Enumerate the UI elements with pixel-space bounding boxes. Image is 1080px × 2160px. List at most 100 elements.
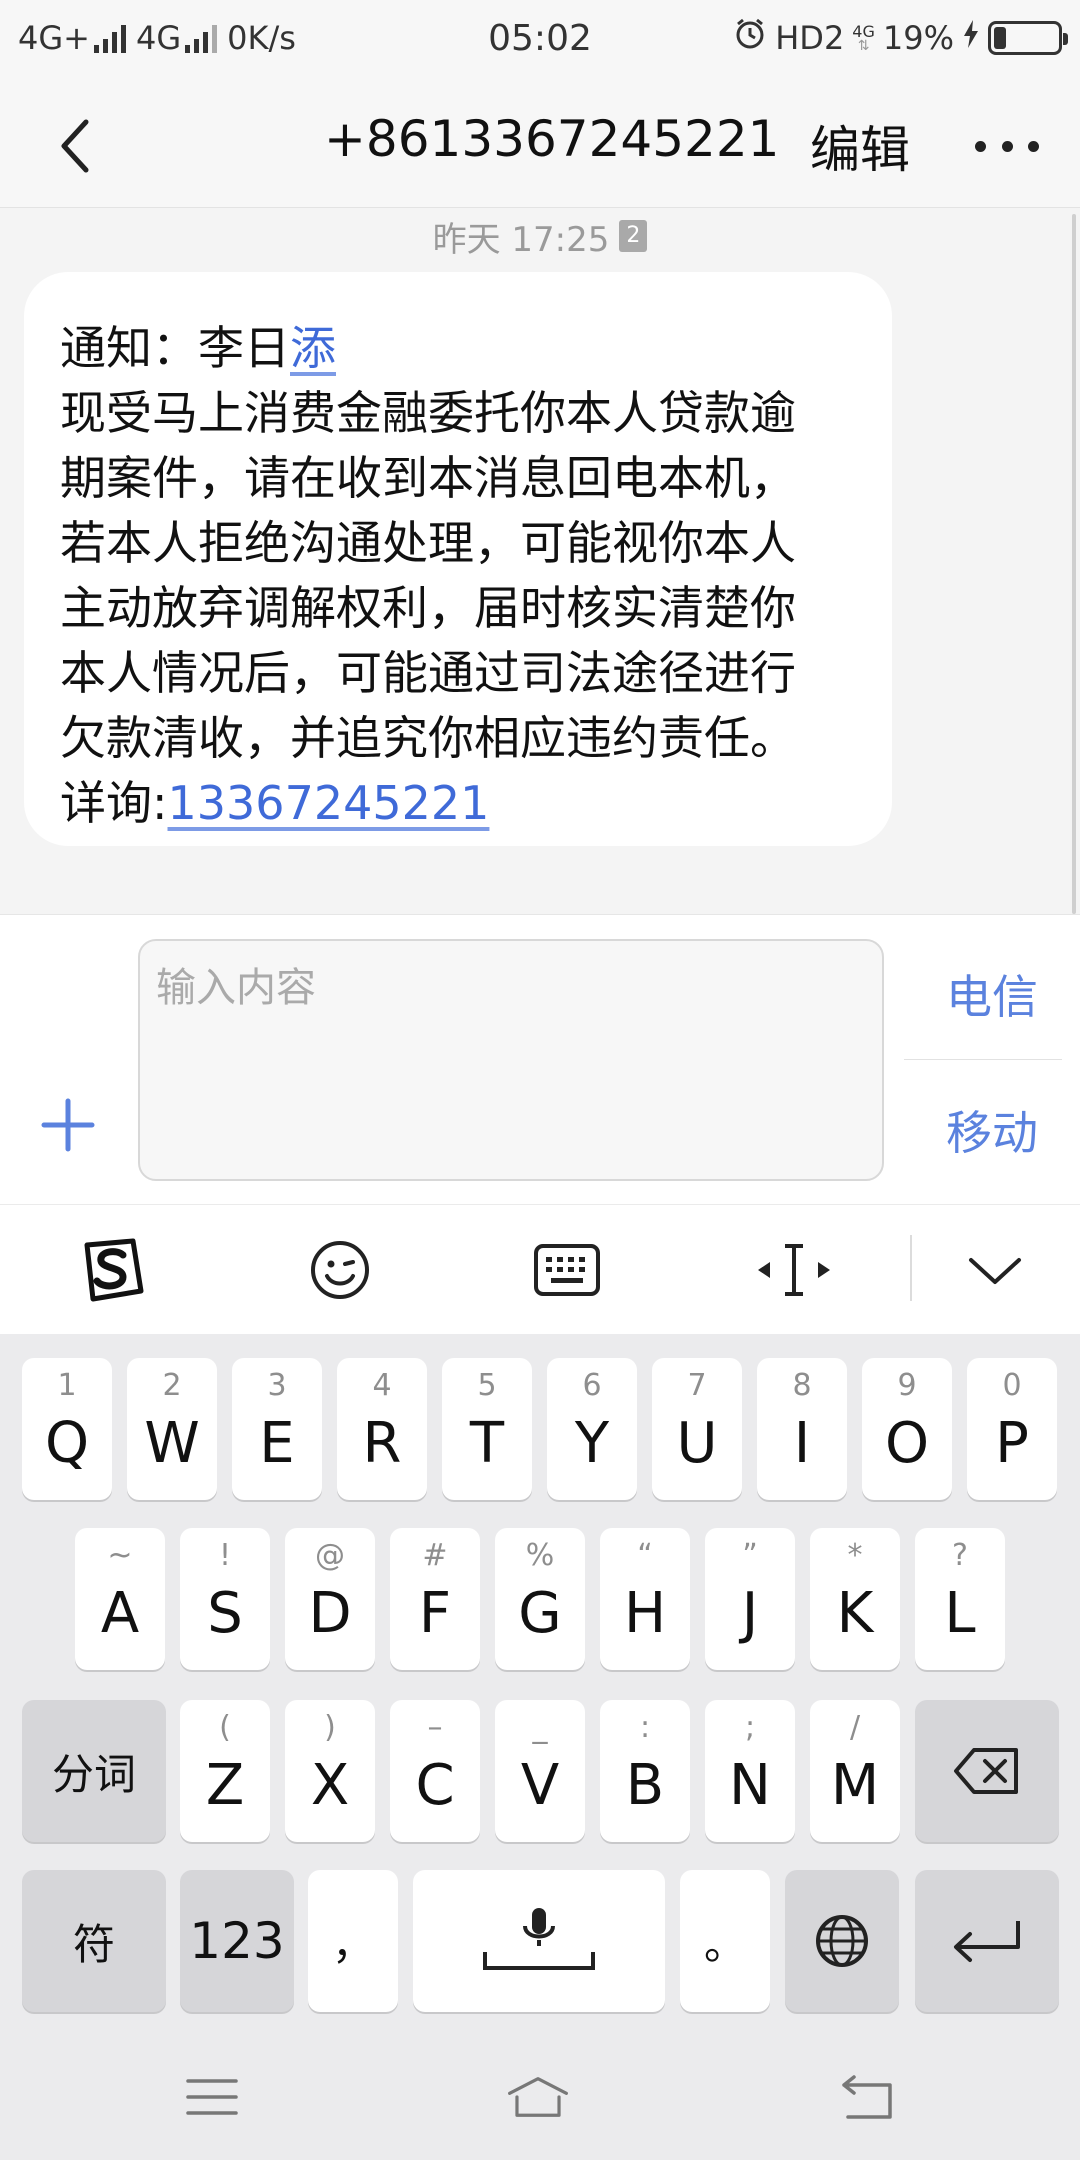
key-q[interactable]: 1Q	[22, 1358, 112, 1500]
message-input[interactable]	[156, 955, 866, 1165]
home-nav-button[interactable]	[506, 2068, 570, 2126]
keyboard-switch-button[interactable]	[527, 1235, 607, 1305]
key-t[interactable]: 5T	[442, 1358, 532, 1500]
globe-icon	[816, 1915, 868, 1967]
enter-key[interactable]	[915, 1870, 1059, 2012]
key-s[interactable]: ! S	[180, 1528, 270, 1670]
key-label: 123	[189, 1912, 285, 1970]
space-key[interactable]	[413, 1870, 665, 2012]
battery-fill	[994, 27, 1006, 49]
period-key[interactable]: 。	[680, 1870, 770, 2012]
key-hint: ”	[742, 1538, 758, 1573]
sim-badge: 2	[619, 220, 648, 252]
message-line: 本人情况后，可能通过司法途径进行	[60, 646, 796, 700]
chevron-down-icon	[969, 1258, 1021, 1284]
key-k[interactable]: * K	[810, 1528, 900, 1670]
key-label: N	[729, 1752, 771, 1818]
key-hint: (	[219, 1710, 231, 1745]
key-p[interactable]: 0P	[967, 1358, 1057, 1500]
phone-number-link[interactable]: 13367245221	[168, 776, 490, 830]
key-label: U	[676, 1410, 718, 1476]
key-hint: %	[525, 1538, 555, 1573]
key-label: R	[362, 1410, 402, 1476]
hide-keyboard-button[interactable]	[955, 1235, 1035, 1305]
add-attachment-button[interactable]	[38, 1095, 98, 1155]
key-label: L	[944, 1580, 976, 1646]
key-e[interactable]: 3E	[232, 1358, 322, 1500]
message-input-box[interactable]	[138, 939, 884, 1181]
key-r[interactable]: 4R	[337, 1358, 427, 1500]
message-bubble[interactable]: 通知：李日添 现受马上消费金融委托你本人贷款逾 期案件，请在收到本消息回电本机，…	[24, 272, 892, 846]
emoji-icon	[311, 1241, 369, 1299]
key-label: J	[741, 1580, 759, 1646]
key-label: M	[830, 1752, 880, 1818]
edit-button[interactable]: 编辑	[810, 110, 910, 182]
sogou-logo-button[interactable]	[72, 1235, 152, 1305]
key-hint: :	[639, 1710, 651, 1745]
key-hint: )	[324, 1710, 336, 1745]
key-label: W	[144, 1410, 200, 1476]
numeric-key[interactable]: 123	[180, 1870, 294, 2012]
backspace-icon	[954, 1748, 1018, 1794]
cursor-move-button[interactable]	[754, 1235, 834, 1305]
back-nav-button[interactable]	[836, 2068, 900, 2126]
enter-icon	[954, 1921, 1020, 1962]
key-d[interactable]: @ D	[285, 1528, 375, 1670]
segment-key[interactable]: 分词	[22, 1700, 166, 1842]
emoji-button[interactable]	[300, 1235, 380, 1305]
keyboard-toolbar	[0, 1204, 1080, 1334]
network-speed: 0K/s	[227, 19, 296, 57]
key-l[interactable]: ? L	[915, 1528, 1005, 1670]
key-b[interactable]: :B	[600, 1700, 690, 1842]
menu-nav-button[interactable]	[180, 2068, 244, 2126]
more-options-button[interactable]	[975, 116, 1039, 176]
hd-indicator: HD2	[775, 19, 845, 57]
key-y[interactable]: 6Y	[547, 1358, 637, 1500]
key-hint: “	[637, 1538, 653, 1573]
message-line: 期案件，请在收到本消息回电本机，	[60, 451, 796, 505]
key-z[interactable]: (Z	[180, 1700, 270, 1842]
language-key[interactable]	[785, 1870, 899, 2012]
key-hint: *	[847, 1538, 863, 1573]
volte-4g-indicator: 4G ⇅	[852, 24, 875, 54]
message-list[interactable]: 昨天 17:25 2 通知：李日添 现受马上消费金融委托你本人贷款逾 期案件，请…	[0, 208, 1080, 914]
key-j[interactable]: ” J	[705, 1528, 795, 1670]
timestamp-text: 昨天 17:25	[432, 219, 610, 260]
key-label: C	[415, 1752, 455, 1818]
symbols-key[interactable]: 符	[22, 1870, 166, 2012]
key-m[interactable]: / M	[810, 1700, 900, 1842]
key-c[interactable]: – C	[390, 1700, 480, 1842]
key-label: 分词	[51, 1749, 136, 1799]
microphone-icon	[483, 1908, 595, 1970]
key-o[interactable]: 9O	[862, 1358, 952, 1500]
key-a[interactable]: ~ A	[75, 1528, 165, 1670]
key-v[interactable]: _ V	[495, 1700, 585, 1842]
message-line: 欠款清收，并追究你相应违约责任。	[60, 711, 796, 765]
contact-title: +8613367245221	[324, 110, 780, 168]
key-h[interactable]: “H	[600, 1528, 690, 1670]
key-hint: 6	[582, 1368, 602, 1403]
key-n[interactable]: ; N	[705, 1700, 795, 1842]
key-label: O	[884, 1410, 930, 1476]
key-u[interactable]: 7U	[652, 1358, 742, 1500]
network-type-2: 4G	[135, 19, 182, 57]
send-sim2-button[interactable]: 移动	[904, 1097, 1080, 1163]
key-hint: 8	[792, 1368, 812, 1403]
more-dot-icon	[975, 140, 986, 152]
toolbar-divider	[910, 1235, 912, 1301]
key-w[interactable]: 2W	[127, 1358, 217, 1500]
backspace-key[interactable]	[915, 1700, 1059, 1842]
back-button[interactable]	[50, 116, 110, 176]
comma-key[interactable]: ，	[308, 1870, 398, 2012]
network-indicator-1: 4G+	[18, 19, 126, 57]
greeting-link[interactable]: 添	[290, 321, 336, 375]
key-x[interactable]: ) X	[285, 1700, 375, 1842]
send-sim1-button[interactable]: 电信	[904, 961, 1080, 1027]
cursor-icon	[758, 1244, 830, 1296]
key-f[interactable]: # F	[390, 1528, 480, 1670]
message-detail: 详询:13367245221	[60, 771, 856, 836]
key-g[interactable]: % G	[495, 1528, 585, 1670]
key-label: Q	[44, 1410, 90, 1476]
key-i[interactable]: 8I	[757, 1358, 847, 1500]
scrollbar[interactable]	[1072, 214, 1076, 914]
